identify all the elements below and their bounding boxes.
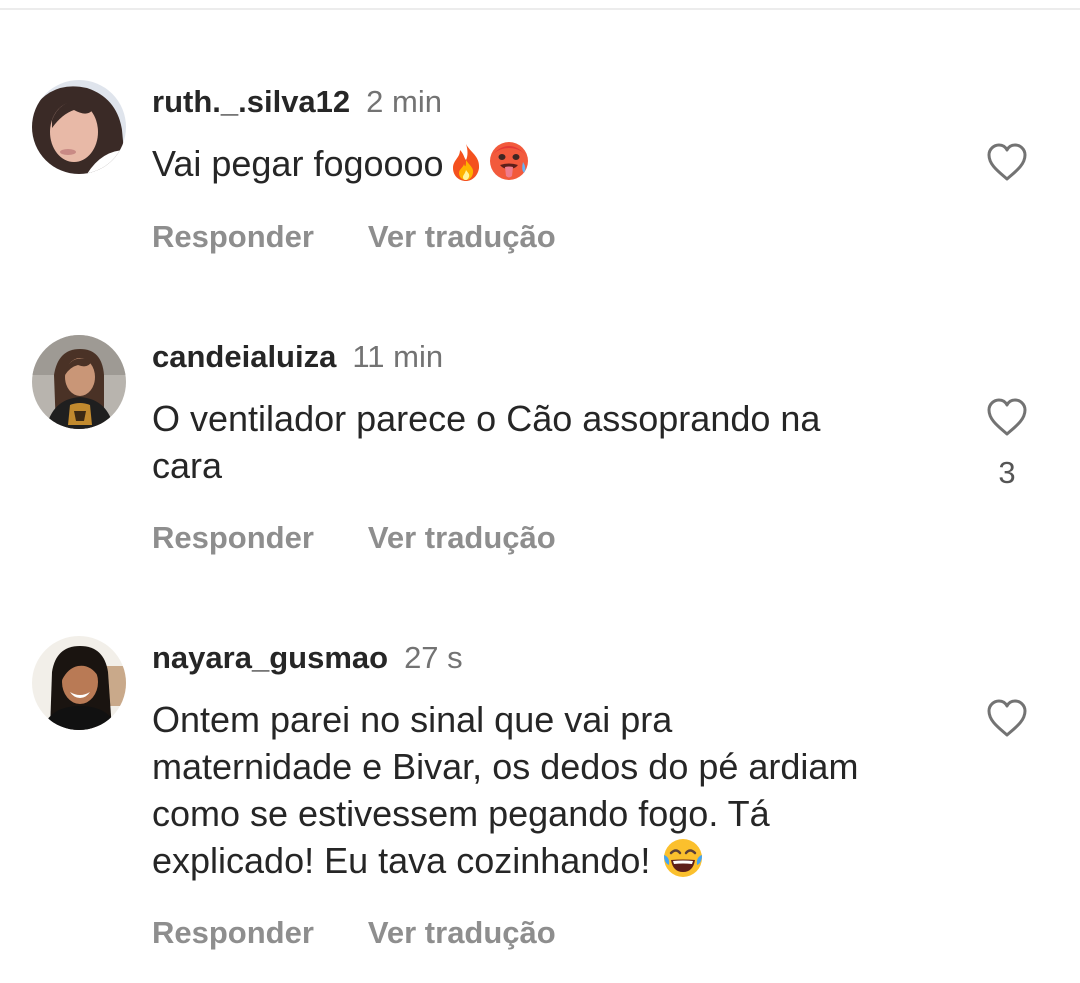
avatar[interactable] — [32, 636, 126, 730]
heart-outline-icon — [987, 143, 1027, 181]
comment-text: Vai pegar fogoooo — [152, 140, 952, 193]
comment-actions: Responder Ver tradução — [152, 520, 556, 556]
like-button[interactable] — [985, 142, 1029, 182]
comment-line-text: explicado! Eu tava cozinhando! — [152, 840, 651, 881]
avatar[interactable] — [32, 80, 126, 174]
comment-header: nayara_gusmao 27 s — [152, 640, 463, 684]
top-divider — [0, 8, 1080, 10]
comment-line: cara — [152, 445, 223, 486]
timestamp: 2 min — [366, 84, 442, 119]
comment-line: Vai pegar fogoooo — [152, 143, 444, 184]
fire-emoji — [446, 142, 486, 193]
comment-line: maternidade e Bivar, os dedos do pé ardi… — [152, 746, 859, 787]
reply-button[interactable]: Responder — [152, 520, 314, 556]
like-button[interactable] — [985, 397, 1029, 437]
username[interactable]: ruth._.silva12 — [152, 84, 350, 119]
comment-line: Ontem parei no sinal que vai pra — [152, 699, 673, 740]
translate-button[interactable]: Ver tradução — [368, 520, 556, 556]
comment-line: como se estivessem pegando fogo. Tá — [152, 793, 770, 834]
heart-outline-icon — [987, 699, 1027, 737]
hot-face-emoji — [488, 140, 530, 193]
translate-button[interactable]: Ver tradução — [368, 915, 556, 951]
reply-button[interactable]: Responder — [152, 915, 314, 951]
tears-of-joy-emoji — [662, 837, 704, 890]
translate-button[interactable]: Ver tradução — [368, 219, 556, 255]
like-button[interactable] — [985, 698, 1029, 738]
comment-actions: Responder Ver tradução — [152, 219, 556, 255]
comment-text: O ventilador parece o Cão assoprando na … — [152, 395, 952, 489]
username[interactable]: candeialuiza — [152, 339, 336, 374]
like-count: 3 — [998, 455, 1016, 490]
heart-outline-icon — [987, 398, 1027, 436]
comment-text: Ontem parei no sinal que vai pra materni… — [152, 696, 952, 890]
comment-actions: Responder Ver tradução — [152, 915, 556, 951]
reply-button[interactable]: Responder — [152, 219, 314, 255]
username[interactable]: nayara_gusmao — [152, 640, 388, 675]
comment-line: O ventilador parece o Cão assoprando na — [152, 398, 821, 439]
comment-header: ruth._.silva12 2 min — [152, 84, 442, 128]
comment-header: candeialuiza 11 min — [152, 339, 443, 383]
timestamp: 27 s — [404, 640, 463, 675]
comment-line-last: explicado! Eu tava cozinhando! — [152, 837, 952, 890]
avatar[interactable] — [32, 335, 126, 429]
timestamp: 11 min — [352, 339, 444, 374]
